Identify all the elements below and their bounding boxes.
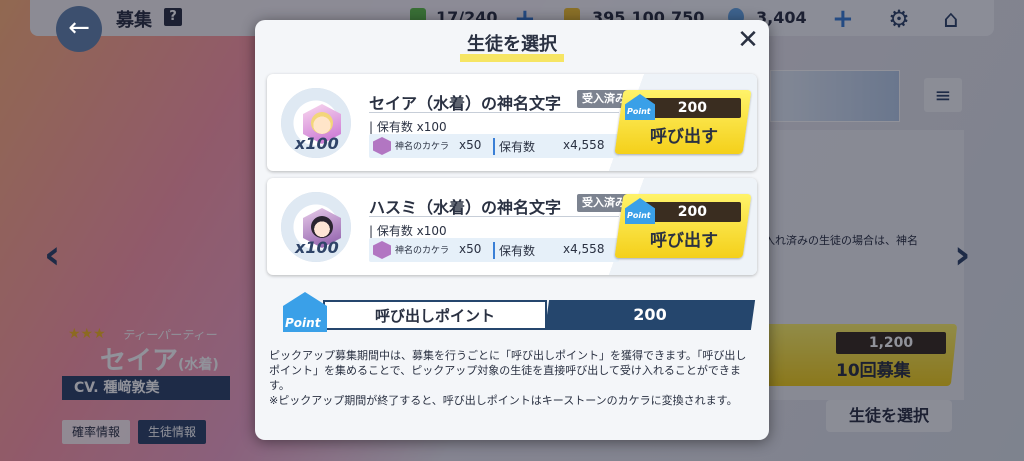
kakera-amount: x50 (459, 138, 482, 152)
owned-count: | 保有数 x100 (369, 224, 447, 238)
student-portrait-icon (311, 216, 333, 238)
close-icon[interactable]: ✕ (735, 26, 761, 54)
kakera-amount: x50 (459, 242, 482, 256)
kakera-held-label: 保有数 (493, 138, 535, 155)
call-points-bar: 呼び出しポイント 200 Point (283, 292, 756, 332)
description: ピックアップ募集期間中は、募集を行うごとに「呼び出しポイント」を獲得できます。「… (269, 348, 757, 408)
student-portrait-icon (311, 112, 333, 134)
medal-count: x100 (295, 134, 339, 153)
card-title: ハスミ（水着）の神名文字 (369, 198, 562, 217)
description-line: ピックアップ募集期間中は、募集を行うごとに「呼び出しポイント」を獲得できます。「… (269, 349, 747, 392)
points-label: 呼び出しポイント (374, 307, 495, 325)
call-button-label[interactable]: 呼び出す (629, 226, 739, 251)
owned-count: | 保有数 x100 (369, 120, 447, 134)
select-student-modal: 生徒を選択 ✕ x100 セイア（水着）の神名文字 受入済み | 保有数 x10… (255, 20, 769, 440)
points-value: 200 (633, 305, 667, 324)
point-icon-label: Point (627, 107, 651, 116)
kakera-held: x4,558 (563, 242, 605, 256)
kakera-held-label: 保有数 (493, 242, 535, 259)
student-card: x100 セイア（水着）の神名文字 受入済み | 保有数 x100 神名のカケラ… (267, 74, 757, 171)
card-title: セイア（水着）の神名文字 (369, 94, 562, 113)
kakera-label: 神名のカケラ (395, 142, 450, 152)
divider (369, 216, 619, 217)
kakera-icon (373, 241, 391, 259)
back-arrow-icon[interactable]: ← (56, 6, 102, 52)
kakera-held: x4,558 (563, 138, 605, 152)
kakera-row: 神名のカケラ x50 保有数 x4,558 (369, 238, 619, 262)
kakera-icon (373, 137, 391, 155)
kakera-label: 神名のカケラ (395, 246, 450, 256)
point-icon-label: Point (285, 316, 321, 330)
kakera-row: 神名のカケラ x50 保有数 x4,558 (369, 134, 619, 158)
student-card: x100 ハスミ（水着）の神名文字 受入済み | 保有数 x100 神名のカケラ… (267, 178, 757, 275)
medal-count: x100 (295, 238, 339, 257)
modal-title: 生徒を選択 (467, 34, 557, 55)
point-icon-label: Point (627, 211, 651, 220)
description-note: ※ピックアップ期間が終了すると、呼び出しポイントはキーストーンのカケラに変換され… (269, 394, 738, 407)
modal-header: 生徒を選択 ✕ (255, 20, 769, 64)
call-button-label[interactable]: 呼び出す (629, 122, 739, 147)
divider (369, 112, 619, 113)
